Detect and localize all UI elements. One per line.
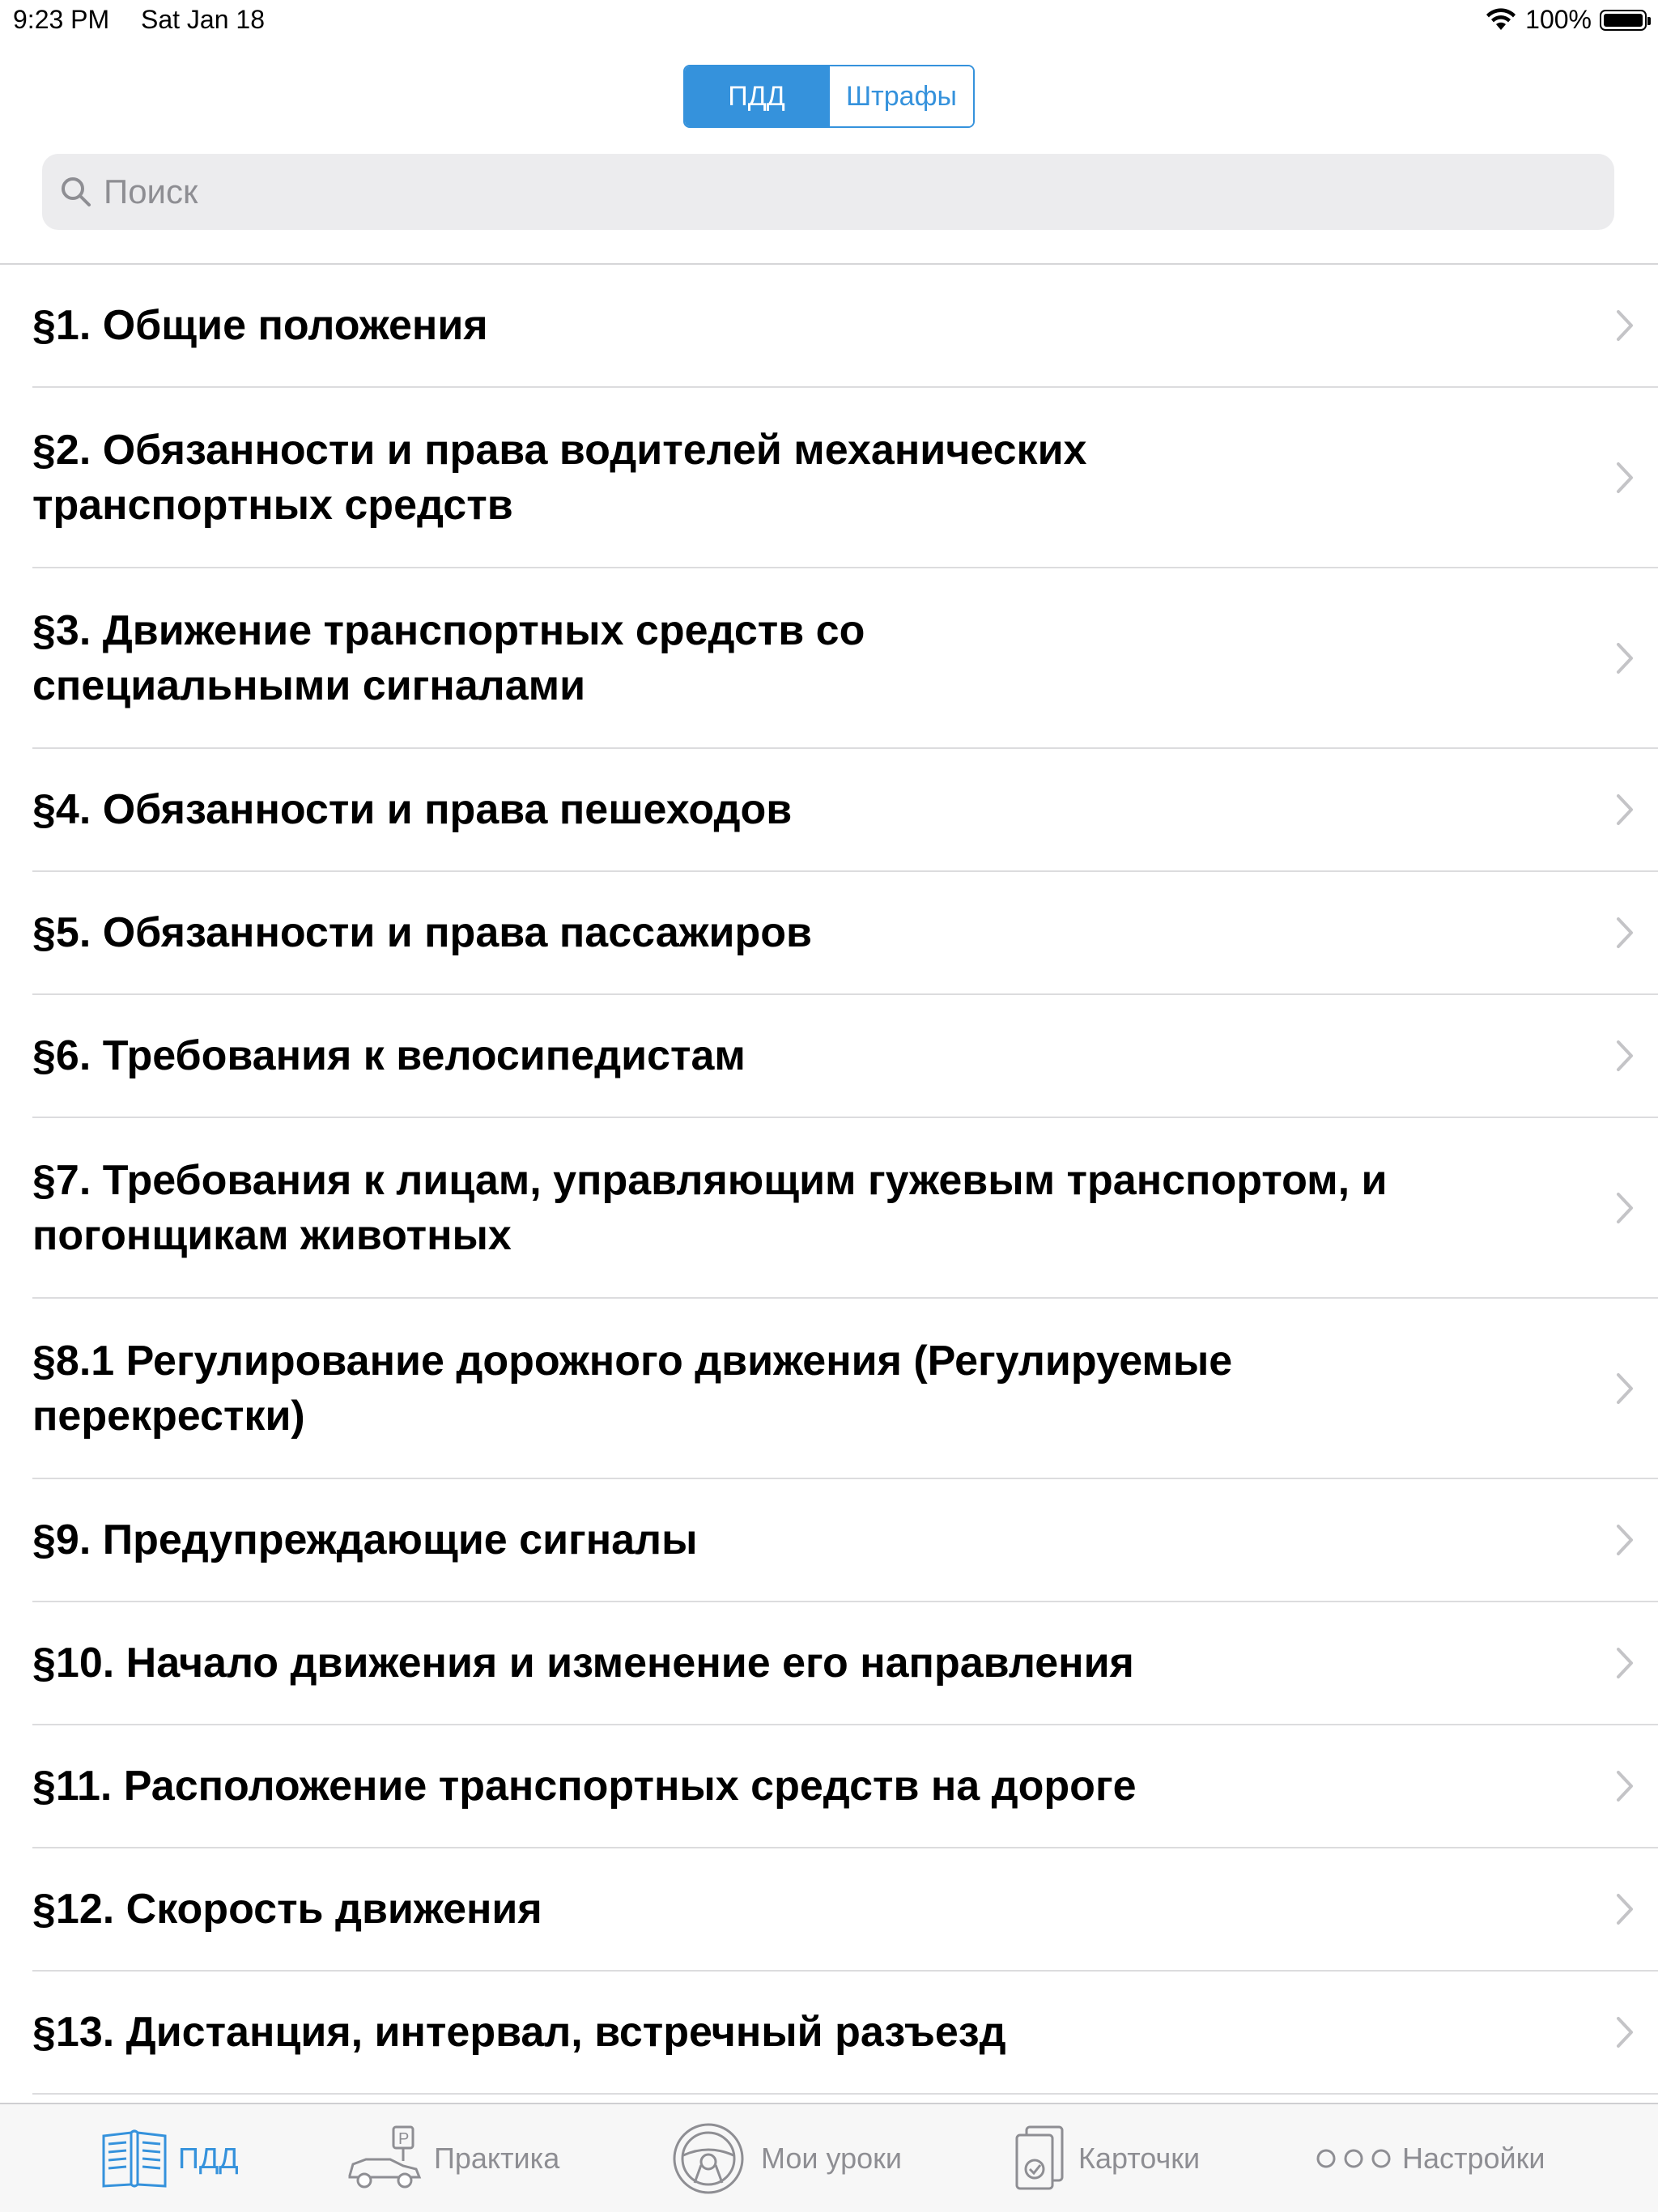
list-item-label: §4. Обязанности и права пешеходов — [32, 786, 793, 833]
list-item-label: §2. Обязанности и права водителей механи… — [32, 426, 1087, 529]
chevron-right-icon — [1617, 794, 1633, 825]
list-item-label: §9. Предупреждающие сигналы — [32, 1516, 698, 1563]
status-time: 9:23 PM — [13, 5, 110, 34]
list-item[interactable]: §8.1 Регулирование дорожного движения (Р… — [32, 1299, 1658, 1479]
chevron-right-icon — [1617, 917, 1633, 948]
search-input[interactable] — [102, 153, 1614, 231]
svg-text:P: P — [398, 2130, 409, 2148]
segmented-control: ПДД Штрафы — [683, 65, 975, 128]
chevron-right-icon — [1617, 1040, 1633, 1071]
chevron-right-icon — [1617, 310, 1633, 341]
list-item[interactable]: §11. Расположение транспортных средств н… — [32, 1725, 1658, 1848]
list-item[interactable]: §9. Предупреждающие сигналы — [32, 1479, 1658, 1602]
list-item-label: §5. Обязанности и права пассажиров — [32, 909, 812, 956]
chevron-right-icon — [1617, 1648, 1633, 1678]
list-item-label: §11. Расположение транспортных средств н… — [32, 1763, 1137, 1810]
list-item[interactable]: §10. Начало движения и изменение его нап… — [32, 1602, 1658, 1725]
tab-cards[interactable]: Карточки — [1012, 2104, 1200, 2212]
list-item-label: §10. Начало движения и изменение его нап… — [32, 1640, 1134, 1687]
chevron-right-icon — [1617, 1192, 1633, 1223]
list-item-label: §12. Скорость движения — [32, 1886, 542, 1933]
status-bar: 9:23 PM Sat Jan 18 100% — [0, 0, 1658, 42]
list-item[interactable]: §2. Обязанности и права водителей механи… — [32, 388, 1658, 568]
search-bar[interactable] — [42, 153, 1614, 231]
list-item-label: §1. Общие положения — [32, 302, 488, 349]
list-item-label: §3. Движение транспортных средств со спе… — [32, 606, 865, 709]
list-item[interactable]: §1. Общие положения — [32, 265, 1658, 388]
steering-wheel-icon — [673, 2123, 744, 2193]
list-item[interactable]: §5. Обязанности и права пассажиров — [32, 872, 1658, 995]
list-item-label: §6. Требования к велосипедистам — [32, 1032, 746, 1079]
list-item[interactable]: §12. Скорость движения — [32, 1848, 1658, 1972]
tab-pdd[interactable]: ПДД — [100, 2104, 239, 2212]
tab-label: Мои уроки — [761, 2141, 903, 2175]
chevron-right-icon — [1617, 1372, 1633, 1404]
tab-bar: ПДД P Практика Мои уроки Карточки Настро… — [0, 2103, 1658, 2212]
search-icon — [62, 177, 91, 206]
list-item[interactable]: §6. Требования к велосипедистам — [32, 995, 1658, 1118]
tab-label: Карточки — [1078, 2141, 1201, 2175]
list-item[interactable]: §13. Дистанция, интервал, встречный разъ… — [32, 1972, 1658, 2095]
tab-label: ПДД — [178, 2141, 239, 2175]
list-item[interactable]: §7. Требования к лицам, управляющим гуже… — [32, 1118, 1658, 1299]
tab-practice[interactable]: P Практика — [345, 2104, 559, 2212]
segment-fines[interactable]: Штрафы — [828, 66, 973, 126]
car-parking-icon: P — [348, 2125, 422, 2188]
segment-pdd[interactable]: ПДД — [685, 66, 828, 126]
tab-settings[interactable]: Настройки — [1315, 2104, 1545, 2212]
chevron-right-icon — [1617, 2017, 1633, 2048]
status-date: Sat Jan 18 — [141, 5, 265, 34]
chevron-right-icon — [1617, 1771, 1633, 1802]
more-icon — [1316, 2149, 1391, 2167]
battery-percent: 100% — [1525, 5, 1592, 34]
chevron-right-icon — [1617, 1525, 1633, 1555]
app-screen: 9:23 PM Sat Jan 18 100% ПДД Штрафы §1. О… — [0, 0, 1658, 2212]
chevron-right-icon — [1617, 1894, 1633, 1925]
tab-label: Настройки — [1402, 2141, 1545, 2175]
chevron-right-icon — [1617, 642, 1633, 674]
tab-my-lessons[interactable]: Мои уроки — [665, 2104, 902, 2212]
battery-icon — [1600, 9, 1651, 31]
list-item-label: §8.1 Регулирование дорожного движения (Р… — [32, 1337, 1233, 1440]
sections-list: §1. Общие положения §2. Обязанности и пр… — [0, 265, 1658, 2103]
wifi-icon — [1486, 7, 1516, 30]
tab-label: Практика — [434, 2141, 560, 2175]
chevron-right-icon — [1617, 462, 1633, 493]
book-icon — [102, 2129, 167, 2188]
cards-icon — [1015, 2125, 1064, 2189]
list-item-label: §7. Требования к лицам, управляющим гуже… — [32, 1156, 1388, 1259]
status-right: 100% — [1485, 5, 1651, 35]
list-item[interactable]: §4. Обязанности и права пешеходов — [32, 749, 1658, 872]
list-item[interactable]: §3. Движение транспортных средств со спе… — [32, 568, 1658, 749]
list-item-label: §13. Дистанция, интервал, встречный разъ… — [32, 2009, 1006, 2056]
